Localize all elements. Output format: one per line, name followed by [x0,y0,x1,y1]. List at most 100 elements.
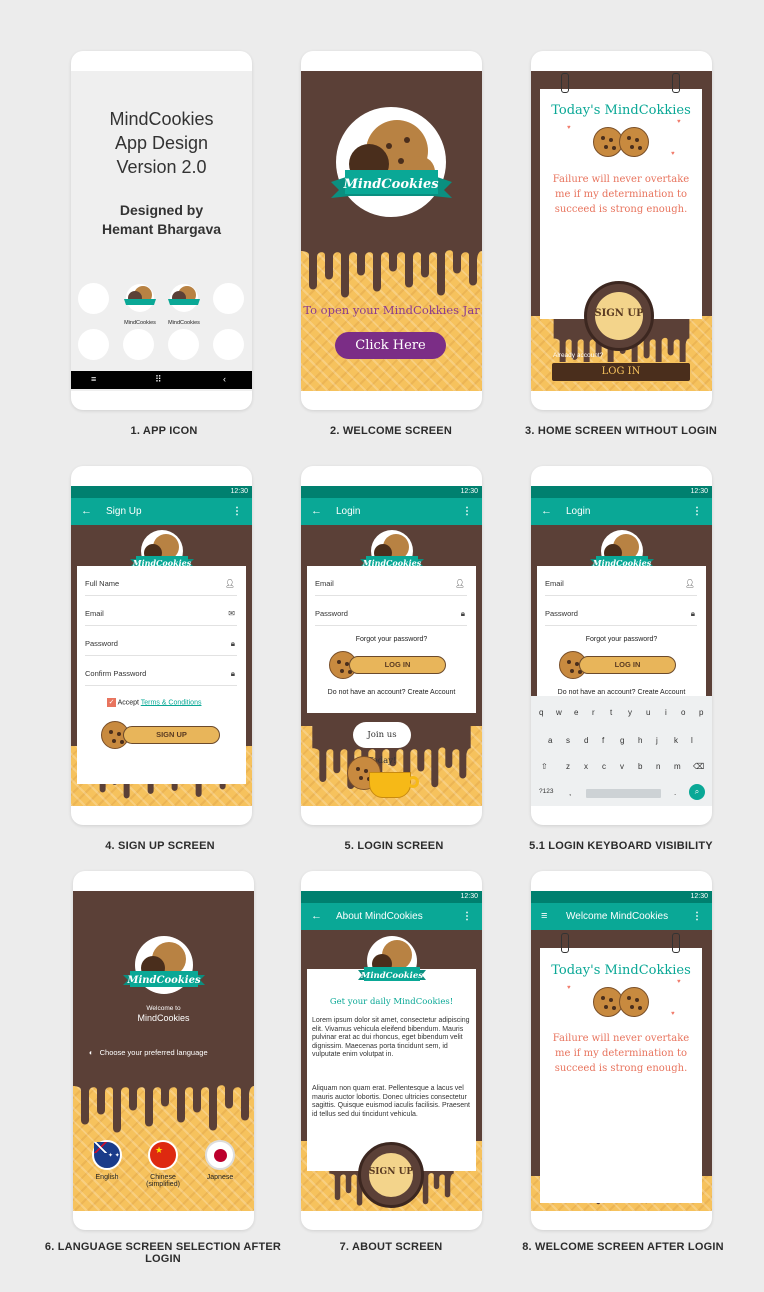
app-bar-title: Login [566,506,591,517]
full-name-field[interactable]: Full Name 👤︎ [85,572,237,596]
comma-key[interactable]: , [569,788,571,797]
confirm-password-field[interactable]: Confirm Password 🔒︎ [85,662,237,686]
designer-name: Hemant Bhargava [101,221,222,237]
back-arrow-icon[interactable]: ← [541,498,552,525]
key[interactable]: e [574,708,578,717]
key[interactable]: g [620,736,624,745]
card-app-icon: MindCookies App Design Version 2.0 Desig… [71,51,252,410]
key[interactable]: f [602,736,604,745]
backspace-key-icon[interactable]: ⌫ [693,762,704,771]
more-vert-icon[interactable]: ⋮ [692,903,702,930]
password-label: Password [85,639,118,648]
app-icon-launcher-1[interactable]: MindCookies [122,283,158,326]
mindcookies-icon [168,284,200,312]
shift-key-icon[interactable]: ⇧ [541,762,548,771]
password-field[interactable]: Password 🔒︎ [85,632,237,656]
chinese-flag-button[interactable]: ★ [148,1140,178,1170]
japanese-flag-button[interactable] [205,1140,235,1170]
create-account-link[interactable]: Do not have an account? Create Account [537,689,706,696]
signup-button[interactable]: SIGN UP [123,726,220,744]
period-key[interactable]: . [674,788,676,797]
about-paragraph-2: Aliquam non quam erat. Pellentesque a la… [312,1085,470,1118]
status-time: 12:30 [230,488,248,495]
login-bar-button[interactable]: LOG IN [551,362,691,382]
app-icon-title: MindCookies App Design Version 2.0 [71,107,252,179]
key[interactable]: i [665,708,667,717]
email-field[interactable]: Email 👤︎ [315,572,467,596]
key[interactable]: r [592,708,595,717]
brand-label: MindCookies [137,1013,190,1023]
key[interactable]: n [656,762,660,771]
key[interactable]: l [691,736,693,745]
login-button[interactable]: LOG IN [349,656,446,674]
back-arrow-icon[interactable]: ← [81,498,92,525]
chocolate-drip [301,221,482,298]
empty-icon-slot [78,283,109,314]
key[interactable]: x [584,762,588,771]
create-account-link[interactable]: Do not have an account? Create Account [307,689,476,696]
english-flag-button[interactable]: ✦ ✦ [92,1140,122,1170]
terms-link[interactable]: Terms & Conditions [141,699,202,706]
card-about: 12:30 ← About MindCookies ⋮ MindCookies … [301,871,482,1230]
back-arrow-icon[interactable]: ← [311,498,322,525]
password-field[interactable]: Password 🔒︎ [545,602,697,626]
card-login: 12:30 ← Login ⋮ MindCookies Email 👤︎ Pass… [301,466,482,825]
key[interactable]: w [556,708,562,717]
click-here-button[interactable]: Click Here [335,332,446,359]
choose-language-label: Choose your preferred language [99,1048,208,1057]
card-login-keyboard: 12:30 ← Login ⋮ MindCookies Email 👤︎ Pass… [531,466,712,825]
lock-icon: 🔒︎ [230,639,235,648]
search-key-icon[interactable]: ⌕ [689,784,705,800]
paper-clip-right [672,73,680,93]
status-time: 12:30 [460,893,478,900]
icon-label: MindCookies [168,320,200,326]
key[interactable]: o [681,708,685,717]
back-icon[interactable]: ‹ [223,374,226,384]
signup-seal-button[interactable]: SIGN UP [358,1142,424,1208]
email-field[interactable]: Email 👤︎ [545,572,697,596]
password-field[interactable]: Password 🔒︎ [315,602,467,626]
apps-grid-icon[interactable]: ⠿ [155,374,162,385]
key[interactable]: z [566,762,570,771]
key[interactable]: k [674,736,678,745]
app-icon-launcher-2[interactable]: MindCookies [166,283,202,326]
terms-checkbox[interactable]: ✓ [107,698,116,707]
key[interactable]: t [610,708,612,717]
key[interactable]: h [638,736,642,745]
login-button[interactable]: LOG IN [579,656,676,674]
more-vert-icon[interactable]: ⋮ [232,498,242,525]
join-us-bubble: Join us Today! [353,722,411,766]
app-bar-title: Login [336,506,361,517]
key[interactable]: c [602,762,606,771]
symbols-key[interactable]: ?123 [539,788,553,795]
key[interactable]: v [620,762,624,771]
login-button-label: LOG IN [384,660,411,669]
key[interactable]: b [638,762,642,771]
accept-label: Accept [117,699,141,707]
key[interactable]: u [646,708,650,717]
login-form: Email 👤︎ Password 🔒︎ Forgot your password?… [307,566,476,713]
email-field[interactable]: Email ✉ [85,602,237,626]
key[interactable]: m [674,762,681,771]
space-key[interactable] [586,789,661,798]
app-bar-title: Sign Up [106,506,142,517]
key[interactable]: p [699,708,703,717]
key[interactable]: y [628,708,632,717]
more-vert-icon[interactable]: ⋮ [462,903,472,930]
key[interactable]: s [566,736,570,745]
forgot-password-link[interactable]: Forgot your password? [307,636,476,643]
key[interactable]: j [656,736,658,745]
back-arrow-icon[interactable]: ← [311,903,322,930]
forgot-password-link[interactable]: Forgot your password? [537,636,706,643]
menu-icon[interactable]: ≡ [91,374,96,384]
lock-icon: 🔒︎ [230,669,235,678]
signup-seal-button[interactable]: SIGN UP [584,281,654,351]
more-vert-icon[interactable]: ⋮ [692,498,702,525]
key[interactable]: a [548,736,552,745]
key[interactable]: q [539,708,543,717]
hamburger-menu-icon[interactable]: ≡ [541,903,547,930]
heart-icon: ♥ [567,125,571,131]
more-vert-icon[interactable]: ⋮ [462,498,472,525]
home-screen: Today's MindCokkies ♥ ♥ ♥ Failure will n… [531,71,712,391]
key[interactable]: d [584,736,588,745]
